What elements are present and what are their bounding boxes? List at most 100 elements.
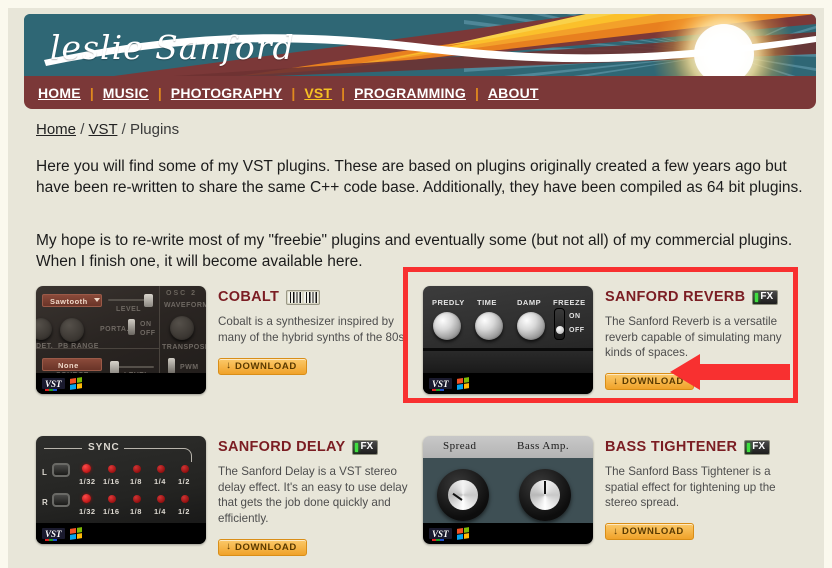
nav-item-photography[interactable]: PHOTOGRAPHY [171,85,283,101]
keyboard-badge-icon [286,289,321,305]
cobalt-waveform-label: WAVEFORM [164,302,206,309]
reverb-shot-footer: VST [423,373,593,394]
delay-title-row: SANFORD DELAY FX [218,439,411,455]
cobalt-download-button[interactable]: ↓ DOWNLOAD [218,357,307,375]
fx-badge-icon: FX [744,439,771,455]
cobalt-off-label: OFF [140,330,156,337]
cobalt-shot-footer: VST [36,373,206,394]
cobalt-osc-select-label[interactable]: Sawtooth [50,297,88,306]
vst-logo-icon: VST [429,378,452,391]
windows-logo-icon [456,377,469,390]
bass-spread-label: Spread [443,440,477,452]
cobalt-title[interactable]: COBALT [218,289,279,305]
sanford-reverb-description: The Sanford Reverb is a versatile reverb… [605,315,782,359]
breadcrumb: Home / VST / Plugins [36,121,179,138]
main-navigation: HOME | MUSIC | PHOTOGRAPHY | VST | PROGR… [24,76,816,109]
delay-division-r-1: 1/16 [103,507,120,516]
fx-badge-icon: FX [352,439,379,455]
windows-logo-icon [69,527,82,540]
content-column: leslie Sanford HOME | MUSIC | PHOTOGRAPH… [8,8,824,568]
vst-logo-icon: VST [429,528,452,541]
delay-division-r-4: 1/2 [178,507,190,516]
download-arrow-icon: ↓ [613,375,618,387]
vst-logo-icon: VST [42,528,65,541]
reverb-on-label: ON [569,313,581,320]
delay-division-l-0: 1/32 [79,477,96,486]
download-arrow-icon: ↓ [613,525,618,537]
nav-separator: | [157,84,162,101]
download-arrow-icon: ↓ [226,360,231,371]
cobalt-on-label: ON [140,321,152,328]
bass-tightener-info: BASS TIGHTENER FX The Sanford Bass Tight… [593,436,798,544]
bass-tightener-title[interactable]: BASS TIGHTENER [605,439,737,455]
delay-division-r-0: 1/32 [79,507,96,516]
cobalt-level1-label: LEVEL [116,306,142,313]
cobalt-porta-label: PORTA. [100,326,129,333]
intro-paragraph-1: Here you will find some of my VST plugin… [36,158,803,196]
delay-division-r-2: 1/8 [130,507,142,516]
cobalt-screenshot: Sawtooth LEVEL DET. PB RANGE PORTA. ON O… [36,286,206,394]
cobalt-osc2-label: OSC 2 [166,290,198,297]
nav-separator: | [474,84,479,101]
breadcrumb-separator: / [80,121,85,138]
cobalt-transpose-label: TRANSPOSE [162,344,206,351]
fx-led-icon [755,292,759,302]
download-arrow-icon: ↓ [226,541,231,552]
download-label: DOWNLOAD [235,360,297,372]
plugin-card-cobalt: Sawtooth LEVEL DET. PB RANGE PORTA. ON O… [36,286,411,394]
sanford-delay-download-button[interactable]: ↓ DOWNLOAD [218,538,307,556]
reverb-time-label: TIME [477,298,497,307]
reverb-freeze-label: FREEZE [553,298,586,307]
sanford-delay-description: The Sanford Delay is a VST stereo delay … [218,465,408,525]
delay-sync-label: SYNC [88,442,120,453]
sanford-reverb-download-button[interactable]: ↓ DOWNLOAD [605,373,694,390]
nav-separator: | [89,84,94,101]
bass-tightener-description: The Sanford Bass Tightener is a spatial … [605,465,776,509]
sanford-delay-screenshot: SYNC L R 1/32 1/16 1/8 1/4 1/2 1/32 1/16… [36,436,206,544]
delay-division-l-4: 1/2 [178,477,190,486]
bass-bassamp-label: Bass Amp. [517,440,570,452]
breadcrumb-separator: / [121,121,126,138]
plugin-card-sanford-reverb: PREDLY TIME DAMP FREEZE ON OFF VST SANFO… [423,286,798,394]
nav-item-home[interactable]: HOME [38,85,81,101]
cobalt-title-row: COBALT [218,289,411,305]
windows-logo-icon [456,527,469,540]
nav-separator: | [291,84,296,101]
breadcrumb-link-home[interactable]: Home [36,121,76,138]
breadcrumb-link-vst[interactable]: VST [89,121,118,138]
download-label: DOWNLOAD [235,541,297,553]
sanford-delay-info: SANFORD DELAY FX The Sanford Delay is a … [206,436,411,556]
reverb-off-label: OFF [569,327,585,334]
plugin-card-sanford-delay: SYNC L R 1/32 1/16 1/8 1/4 1/2 1/32 1/16… [36,436,411,556]
sanford-reverb-title[interactable]: SANFORD REVERB [605,289,745,305]
site-logo[interactable]: leslie Sanford [50,28,295,67]
delay-right-label: R [42,498,49,507]
sanford-reverb-info: SANFORD REVERB FX The Sanford Reverb is … [593,286,798,394]
delay-left-label: L [42,468,48,477]
bass-title-row: BASS TIGHTENER FX [605,439,798,455]
download-label: DOWNLOAD [622,526,684,537]
delay-division-r-3: 1/4 [154,507,166,516]
site-banner: leslie Sanford [24,14,816,76]
sanford-reverb-screenshot: PREDLY TIME DAMP FREEZE ON OFF VST [423,286,593,394]
breadcrumb-current: Plugins [129,121,180,138]
download-label: DOWNLOAD [622,376,684,387]
reverb-predly-label: PREDLY [432,298,465,307]
bass-shot-footer: VST [423,523,593,544]
cobalt-description: Cobalt is a synthesizer inspired by many… [218,315,408,344]
nav-item-programming[interactable]: PROGRAMMING [354,85,466,101]
nav-item-vst[interactable]: VST [304,85,332,101]
intro-paragraph-2: My hope is to re-write most of my "freeb… [36,232,793,270]
reverb-damp-label: DAMP [517,298,542,307]
nav-item-about[interactable]: ABOUT [488,85,539,101]
nav-separator: | [341,84,346,101]
nav-item-music[interactable]: MUSIC [103,85,149,101]
fx-led-icon [747,442,751,452]
reverb-title-row: SANFORD REVERB FX [605,289,798,305]
cobalt-pwm-label: PWM [180,364,199,371]
plugin-card-bass-tightener: Spread Bass Amp. VST BASS TIGHTENER FX T… [423,436,798,544]
bass-tightener-download-button[interactable]: ↓ DOWNLOAD [605,523,694,540]
sanford-delay-title[interactable]: SANFORD DELAY [218,439,345,455]
page-root: leslie Sanford HOME | MUSIC | PHOTOGRAPH… [0,0,832,568]
cobalt-source-select-label[interactable]: None [58,361,79,370]
